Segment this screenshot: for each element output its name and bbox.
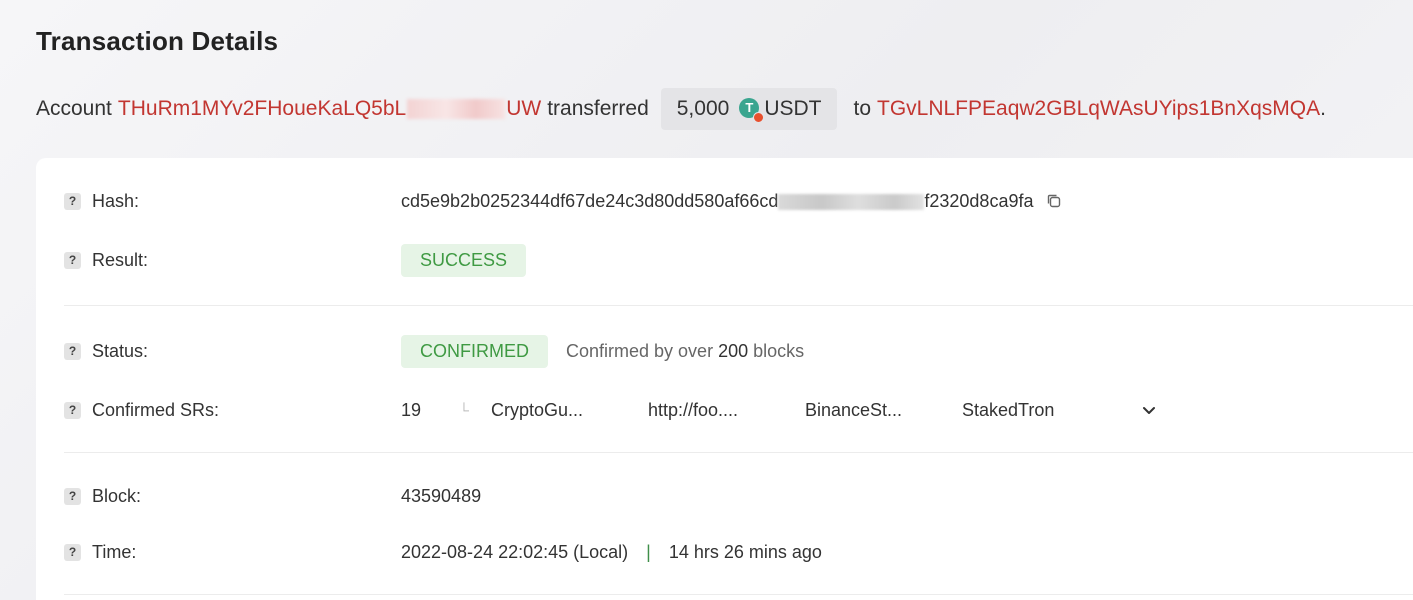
question-mark-icon[interactable]: ?: [64, 543, 81, 561]
page-title: Transaction Details: [36, 26, 279, 56]
transfer-summary: Account THuRm1MYv2FHoueKaLQ5bL UW transfe…: [36, 88, 1326, 130]
token-symbol: USDT: [764, 97, 822, 120]
sr-list: 19 └ CryptoGu... http://foo.... BinanceS…: [401, 400, 1157, 421]
details-card: ? Hash: cd5e9b2b0252344df67de24c3d80dd58…: [36, 158, 1413, 600]
confirmed-srs-row: ? Confirmed SRs: 19 └ CryptoGu... http:/…: [64, 392, 1157, 428]
from-address-end: UW: [506, 97, 542, 120]
sr-item[interactable]: CryptoGu...: [491, 400, 648, 421]
time-label: Time:: [92, 541, 137, 562]
time-ago: 14 hrs 26 mins ago: [668, 541, 822, 562]
status-row: ? Status: CONFIRMED Confirmed by over 20…: [64, 333, 804, 369]
question-mark-icon[interactable]: ?: [64, 401, 81, 419]
usdt-token-icon: T: [739, 98, 765, 123]
time-value: 2022-08-24 22:02:45 (Local): [401, 541, 629, 562]
summary-prefix: Account: [36, 97, 112, 120]
time-row: ? Time: 2022-08-24 22:02:45 (Local) | 14…: [64, 534, 822, 570]
result-badge: SUCCESS: [401, 243, 527, 277]
question-mark-icon[interactable]: ?: [64, 487, 81, 505]
redacted-region: [778, 193, 925, 210]
sr-item[interactable]: http://foo....: [648, 400, 805, 421]
note-suffix: blocks: [753, 340, 805, 361]
redacted-region: [407, 99, 506, 120]
question-mark-icon[interactable]: ?: [64, 192, 81, 210]
amount-value: 5,000: [676, 97, 730, 120]
divider: [64, 594, 1413, 595]
block-label: Block:: [92, 485, 142, 506]
confirmed-srs-label: Confirmed SRs:: [92, 399, 220, 420]
status-label: Status:: [92, 340, 149, 361]
result-row: ? Result: SUCCESS: [64, 242, 527, 278]
block-value[interactable]: 43590489: [401, 486, 481, 507]
copy-icon[interactable]: [1045, 192, 1063, 210]
branch-icon: └: [459, 402, 469, 418]
hash-value: cd5e9b2b0252344df67de24c3d80dd580af66cd f…: [401, 191, 1033, 212]
sr-item[interactable]: BinanceSt...: [805, 400, 962, 421]
amount-chip[interactable]: 5,000 T USDT: [660, 88, 838, 130]
to-address-link[interactable]: TGvLNLFPEaqw2GBLqWAsUYips1BnXqsMQA: [877, 97, 1320, 121]
divider: [64, 305, 1413, 306]
from-address-link[interactable]: THuRm1MYv2FHoueKaLQ5bL UW: [118, 97, 541, 121]
summary-verb: transferred: [547, 97, 649, 120]
confirmation-note: Confirmed by over 200 blocks: [566, 341, 804, 362]
question-mark-icon[interactable]: ?: [64, 342, 81, 360]
hash-row: ? Hash: cd5e9b2b0252344df67de24c3d80dd58…: [64, 183, 1063, 219]
sr-count: 19: [401, 399, 422, 420]
note-count: 200: [718, 340, 749, 361]
hash-label: Hash:: [92, 190, 140, 211]
sr-item[interactable]: StakedTron: [962, 400, 1119, 421]
time-separator: |: [646, 541, 651, 562]
chevron-down-icon[interactable]: [1141, 402, 1157, 418]
summary-to: to: [853, 97, 871, 120]
hash-value-start: cd5e9b2b0252344df67de24c3d80dd580af66cd: [401, 190, 779, 211]
question-mark-icon[interactable]: ?: [64, 251, 81, 269]
divider: [64, 452, 1413, 453]
result-label: Result:: [92, 249, 149, 270]
block-row: ? Block: 43590489: [64, 478, 481, 514]
status-badge: CONFIRMED: [401, 334, 548, 368]
note-prefix: Confirmed by over: [566, 340, 714, 361]
summary-period: .: [1320, 97, 1326, 120]
from-address-start: THuRm1MYv2FHoueKaLQ5bL: [117, 97, 407, 120]
hash-value-end: f2320d8ca9fa: [924, 190, 1034, 211]
